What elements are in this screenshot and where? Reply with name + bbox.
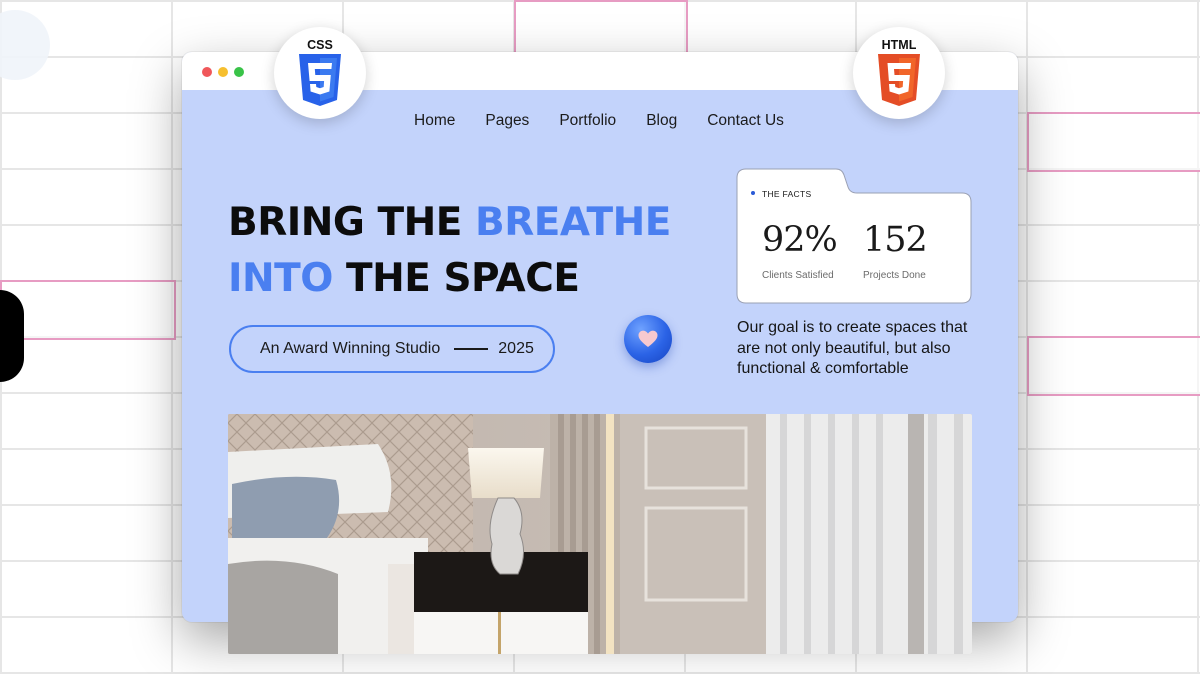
maximize-window-dot[interactable]: [234, 67, 244, 77]
html-badge: HTML: [853, 27, 945, 119]
award-divider: [454, 348, 489, 350]
bedroom-illustration: [228, 414, 972, 654]
hero-headline-line1: BRING THE BREATHE: [228, 195, 671, 251]
hero-headline: BRING THE BREATHE INTO THE SPACE: [228, 195, 671, 307]
decor-box: [1027, 112, 1200, 172]
stat-clients-value: 92%: [762, 220, 838, 260]
facts-label: THE FACTS: [750, 189, 812, 199]
hero-line1-text: BRING THE: [228, 200, 475, 245]
html5-logo-icon: [878, 54, 920, 106]
interior-photo: [228, 414, 972, 654]
nav-item-portfolio[interactable]: Portfolio: [559, 112, 616, 130]
hero-line1-accent: BREATHE: [474, 200, 671, 245]
facts-card: THE FACTS 92% Clients Satisfied 152 Proj…: [736, 168, 972, 304]
decor-blob: [0, 290, 24, 382]
heart-icon: [638, 330, 658, 347]
award-pill[interactable]: An Award Winning Studio 2025: [229, 325, 555, 373]
html-badge-label: HTML: [881, 38, 917, 52]
nav-item-home[interactable]: Home: [414, 112, 455, 130]
heart-button[interactable]: [624, 315, 672, 363]
stat-projects-value: 152: [863, 220, 928, 260]
nav-item-contact-us[interactable]: Contact Us: [707, 112, 784, 130]
decor-box: [1027, 336, 1200, 396]
hero-line2-accent: INTO: [228, 256, 333, 301]
css3-logo-icon: [299, 54, 341, 106]
decor-box: [514, 0, 688, 54]
main-nav: Home Pages Portfolio Blog Contact Us: [414, 112, 814, 130]
close-window-dot[interactable]: [202, 67, 212, 77]
hero-line2-text: THE SPACE: [332, 256, 580, 301]
goal-text: Our goal is to create spaces that are no…: [737, 319, 968, 377]
browser-window: Home Pages Portfolio Blog Contact Us BRI…: [182, 52, 1018, 654]
award-year: 2025: [498, 340, 534, 357]
decor-box: [0, 280, 176, 340]
stat-projects-label: Projects Done: [863, 270, 926, 281]
nav-item-blog[interactable]: Blog: [646, 112, 677, 130]
css-badge: CSS: [274, 27, 366, 119]
css-badge-label: CSS: [307, 38, 333, 52]
nav-item-pages[interactable]: Pages: [485, 112, 529, 130]
minimize-window-dot[interactable]: [218, 67, 228, 77]
stat-clients-label: Clients Satisfied: [762, 270, 834, 281]
hero-headline-line2: INTO THE SPACE: [228, 251, 671, 307]
award-label: An Award Winning Studio: [260, 340, 441, 357]
